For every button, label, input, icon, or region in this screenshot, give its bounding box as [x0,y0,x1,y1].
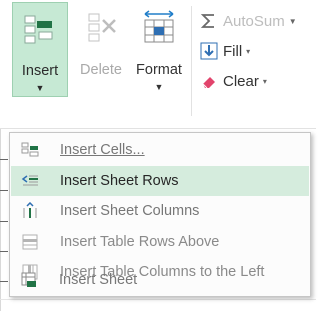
group-separator [191,6,192,116]
autosum-label: AutoSum [223,12,285,30]
insert-label: Insert [21,63,59,79]
eraser-icon [202,77,215,89]
insert-cells-icon [24,15,53,44]
menu-item-label: Insert Sheet [59,272,138,288]
format-button[interactable]: Format ▼ [130,2,188,97]
ribbon-bottom-border [0,128,316,129]
grid-line [0,299,316,300]
ribbon-cells-group: Insert ▼ Delete Format ▼ AutoSum ▼ Fill … [0,0,316,128]
grid-tick [0,159,8,160]
chevron-down-icon: ▾ [262,76,267,86]
grid-tick [0,281,8,282]
delete-cells-icon [88,13,116,42]
fill-down-icon [200,42,218,60]
format-cells-icon [144,10,174,43]
chevron-down-icon: ▼ [154,82,164,92]
grid-tick [0,190,8,191]
clear-button[interactable]: Clear ▾ [200,70,267,92]
insert-dropdown-menu-overlay: Insert Sheet [9,132,311,297]
delete-button[interactable]: Delete [72,2,130,97]
autosum-button[interactable]: AutoSum ▼ [200,10,297,32]
chevron-down-icon: ▼ [35,83,45,93]
chevron-down-icon: ▼ [288,16,297,26]
chevron-down-icon: ▾ [246,46,251,56]
delete-label: Delete [80,62,122,78]
sigma-icon [200,14,214,28]
fill-button[interactable]: Fill ▾ [200,40,250,62]
menu-item-insert-sheet-row[interactable]: Insert Sheet [10,265,308,295]
insert-button[interactable]: Insert ▼ [12,2,68,97]
insert-sheet-icon [21,272,36,287]
fill-label: Fill [223,42,243,60]
grid-line [0,129,1,311]
grid-tick [0,221,8,222]
clear-label: Clear [223,72,259,90]
format-label: Format [136,62,182,78]
grid-tick [0,251,8,252]
